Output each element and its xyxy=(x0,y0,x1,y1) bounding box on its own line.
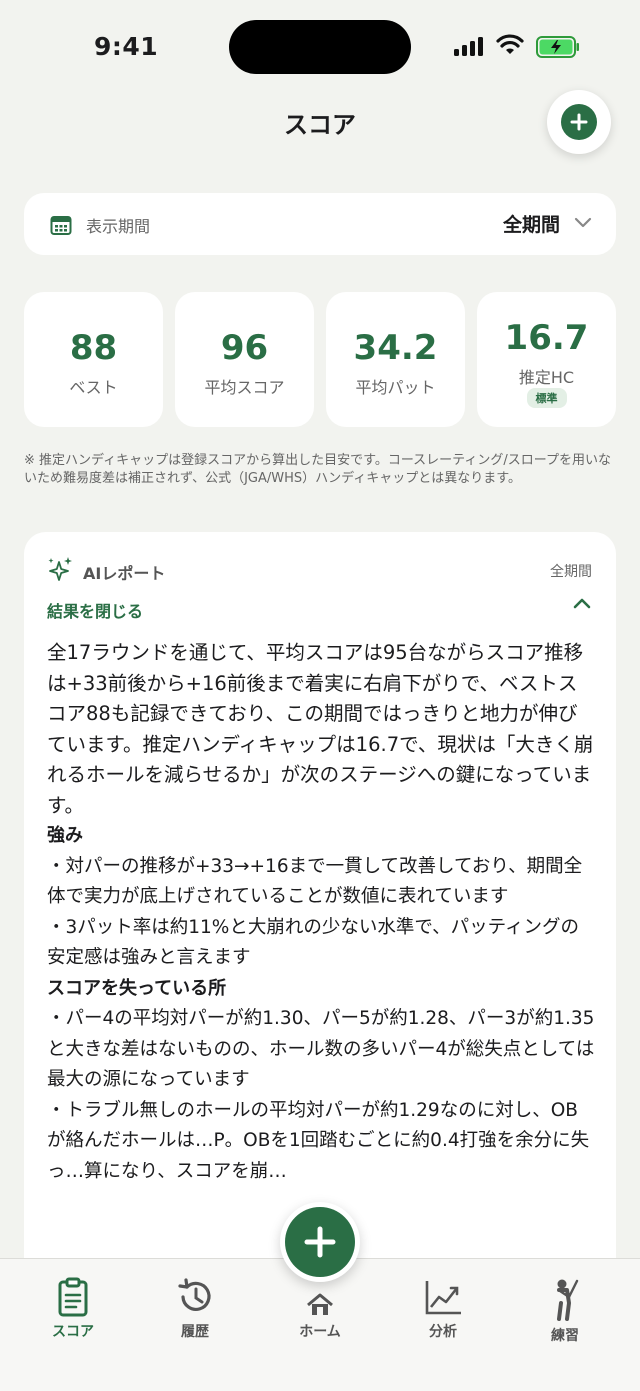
stat-value: 16.7 xyxy=(504,318,589,358)
tab-home[interactable]: ホーム xyxy=(275,1293,365,1341)
signal-icon xyxy=(454,37,483,56)
calendar-icon xyxy=(50,216,72,235)
period-selector[interactable]: 表示期間 全期間 xyxy=(24,193,616,255)
stat-value: 96 xyxy=(220,328,269,368)
tab-score[interactable]: スコア xyxy=(28,1277,118,1341)
ai-report-body: 全17ラウンドを通じて、平均スコアは95台ながらスコア推移は+33前後から+16… xyxy=(47,638,595,1187)
stat-estimated-handicap: 16.7 推定HC 標準 xyxy=(477,292,616,427)
tab-history[interactable]: 履歴 xyxy=(150,1277,240,1341)
add-score-button[interactable] xyxy=(547,90,611,154)
tab-label: スコア xyxy=(52,1324,94,1340)
list-item: ・トラブル無しのホールの平均対パーが約1.29なのに対し、OBが絡んだホールは…… xyxy=(47,1099,590,1182)
clipboard-icon xyxy=(58,1277,88,1317)
chart-icon xyxy=(425,1281,461,1315)
ai-report-title: AIレポート xyxy=(83,564,166,583)
stat-best: 88 ベスト xyxy=(24,292,163,427)
tab-label: 練習 xyxy=(551,1328,579,1344)
battery-icon xyxy=(536,36,579,58)
stat-average-score: 96 平均スコア xyxy=(175,292,314,427)
home-icon xyxy=(307,1293,333,1315)
chevron-down-icon xyxy=(574,217,592,228)
plus-icon xyxy=(304,1226,336,1258)
ai-report-period: 全期間 xyxy=(550,564,592,580)
dynamic-island xyxy=(229,20,411,74)
stat-label: ベスト xyxy=(69,378,118,397)
period-value: 全期間 xyxy=(502,214,560,236)
strengths-heading: 強み xyxy=(47,825,83,846)
status-badge: 標準 xyxy=(526,388,567,408)
stats-row: 88 ベスト 96 平均スコア 34.2 平均パット 16.7 推定HC 標準 xyxy=(24,292,616,427)
stat-average-putts: 34.2 平均パット xyxy=(326,292,465,427)
tab-label: 履歴 xyxy=(181,1324,209,1340)
stat-value: 88 xyxy=(69,328,118,368)
tab-analysis[interactable]: 分析 xyxy=(398,1277,488,1341)
stat-label: 平均パット xyxy=(355,378,436,397)
wifi-icon xyxy=(496,34,524,54)
list-item: ・パー4の平均対パーが約1.30、パー5が約1.28、パー3が約1.35と大きな… xyxy=(47,1008,595,1090)
report-summary: 全17ラウンドを通じて、平均スコアは95台ながらスコア推移は+33前後から+16… xyxy=(47,641,594,817)
chevron-up-icon[interactable] xyxy=(572,596,592,610)
page-title: スコア xyxy=(284,111,356,139)
stat-label: 平均スコア xyxy=(204,378,285,397)
golfer-icon xyxy=(557,1279,579,1321)
collapse-results-button[interactable]: 結果を閉じる xyxy=(47,598,143,622)
tab-label: 分析 xyxy=(429,1324,457,1340)
status-bar: 9:41 xyxy=(0,0,640,96)
period-label: 表示期間 xyxy=(86,217,151,236)
tab-label: ホーム xyxy=(299,1324,341,1340)
list-item: ・対パーの推移が+33→+16まで一貫して改善しており、期間全体で実力が底上げさ… xyxy=(47,855,583,908)
stat-label: 推定HC xyxy=(518,368,575,387)
handicap-disclaimer: ※ 推定ハンディキャップは登録スコアから算出した目安です。コースレーティング/ス… xyxy=(24,453,611,486)
plus-icon xyxy=(570,113,588,131)
losses-heading: スコアを失っている所 xyxy=(47,977,227,999)
tab-practice[interactable]: 練習 xyxy=(520,1277,610,1345)
status-time: 9:41 xyxy=(94,32,159,61)
list-item: ・3パット率は約11%と大崩れの少ない水準で、パッティングの安定感は強みと言えま… xyxy=(47,916,580,969)
history-icon xyxy=(178,1278,211,1311)
add-round-button[interactable] xyxy=(280,1202,360,1282)
sparkle-icon xyxy=(48,557,72,581)
stat-value: 34.2 xyxy=(353,328,438,368)
